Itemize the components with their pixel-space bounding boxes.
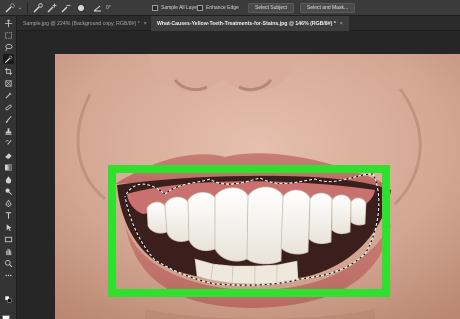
tab-what-causes-yellow-teeth[interactable]: What-Causes-Yellow-Teeth-Treatments-for-… — [151, 16, 349, 31]
zoom-tool[interactable] — [3, 258, 14, 268]
path-selection-icon — [6, 223, 12, 231]
brush-tip-icon — [78, 5, 84, 11]
more-tools[interactable] — [3, 270, 14, 280]
quick-selection-tool-preset[interactable]: ⌄ — [4, 3, 22, 13]
enhance-edge-checkbox[interactable] — [197, 5, 203, 11]
new-selection-mode[interactable] — [32, 3, 44, 13]
brush-angle[interactable] — [92, 3, 104, 13]
type-icon — [5, 211, 12, 219]
path-selection-tool[interactable] — [3, 222, 14, 232]
quick-selection-tool[interactable] — [3, 54, 14, 64]
gradient-icon — [5, 164, 12, 170]
tab-sample[interactable]: Sample.jpg @ 224% (Background copy, RGB/… — [17, 16, 153, 31]
eyedropper-icon — [5, 91, 12, 99]
quick-selection-icon — [5, 3, 15, 13]
enhance-edge-toggle[interactable]: Enhance Edge — [197, 3, 239, 13]
healing-brush-tool[interactable] — [3, 102, 14, 112]
sample-all-layers-checkbox[interactable] — [152, 5, 158, 11]
marquee-icon — [4, 31, 13, 39]
move-icon — [4, 19, 13, 27]
crop-tool[interactable] — [3, 66, 14, 76]
angle-value: 0° — [106, 5, 111, 11]
pen-tool[interactable] — [3, 198, 14, 208]
eraser-tool[interactable] — [3, 150, 14, 160]
tab-label: What-Causes-Yellow-Teeth-Treatments-for-… — [157, 20, 336, 27]
crop-icon — [4, 67, 13, 75]
history-brush-icon — [5, 139, 12, 145]
frame-tool[interactable] — [3, 78, 14, 88]
select-subject-button[interactable]: Select Subject — [248, 3, 294, 13]
separator — [27, 2, 28, 14]
default-colors-icon — [5, 295, 12, 302]
brush-tool[interactable] — [3, 114, 14, 124]
blur-tool[interactable] — [3, 174, 14, 184]
lasso-icon — [5, 43, 13, 51]
marquee-tool[interactable] — [3, 30, 14, 40]
subtract-selection-icon — [61, 5, 71, 13]
eyedropper-tool[interactable] — [3, 90, 14, 100]
quick-selection-icon — [4, 55, 13, 63]
rectangle-icon — [4, 236, 13, 242]
tab-label: Sample.jpg @ 224% (Background copy, RGB/… — [23, 20, 140, 27]
rectangle-tool[interactable] — [3, 234, 14, 244]
hand-tool[interactable] — [3, 246, 14, 256]
chevron-down-icon: ⌄ — [18, 5, 23, 11]
frame-icon — [5, 79, 12, 87]
more-tools-icon — [5, 274, 12, 276]
eraser-icon — [5, 152, 12, 159]
add-selection-icon — [47, 3, 57, 13]
hand-icon — [6, 248, 12, 255]
select-and-mask-button[interactable]: Select and Mask... — [300, 3, 356, 13]
foreground-color-swatch[interactable] — [2, 315, 10, 319]
healing-brush-icon — [5, 104, 12, 110]
brush-icon — [5, 115, 12, 123]
sample-all-layers-label: Sample All Layers — [161, 5, 202, 11]
sample-all-layers-toggle[interactable]: Sample All Layers — [152, 3, 201, 13]
pen-icon — [5, 199, 12, 207]
smile-photo — [55, 54, 460, 319]
angle-icon — [93, 5, 101, 12]
brush-size-picker[interactable] — [76, 3, 88, 13]
history-brush-tool[interactable] — [3, 138, 14, 148]
clone-stamp-tool[interactable] — [3, 126, 14, 136]
zoom-icon — [5, 259, 13, 267]
dodge-tool[interactable] — [3, 186, 14, 196]
tools-panel — [0, 16, 17, 319]
lasso-tool[interactable] — [3, 42, 14, 52]
add-to-selection-mode[interactable] — [46, 3, 58, 13]
document-tabs: Sample.jpg @ 224% (Background copy, RGB/… — [17, 16, 460, 31]
type-tool[interactable] — [3, 210, 14, 220]
blur-icon — [5, 175, 12, 184]
clone-stamp-icon — [5, 127, 12, 135]
subtract-from-selection-mode[interactable] — [60, 3, 72, 13]
gradient-tool[interactable] — [3, 162, 14, 172]
close-icon[interactable]: × — [340, 21, 343, 27]
dodge-icon — [5, 188, 12, 195]
default-colors-button[interactable] — [3, 294, 14, 304]
close-icon[interactable]: × — [144, 21, 147, 27]
new-selection-icon — [33, 3, 43, 13]
enhance-edge-label: Enhance Edge — [206, 5, 239, 11]
document-photo[interactable] — [55, 54, 460, 319]
options-bar: ⌄ 0° Sample All Layers Enhance Edge Sele… — [0, 0, 460, 16]
canvas-area[interactable] — [17, 32, 460, 319]
move-tool[interactable] — [3, 18, 14, 28]
